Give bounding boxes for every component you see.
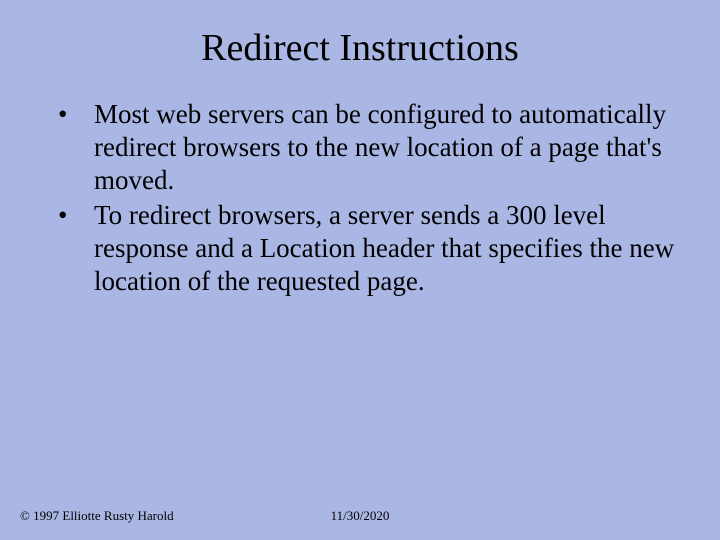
slide-title: Redirect Instructions [40, 26, 680, 70]
footer-date: 11/30/2020 [331, 508, 390, 524]
bullet-dot-icon: • [52, 199, 94, 232]
slide: Redirect Instructions • Most web servers… [0, 0, 720, 540]
bullet-text: Most web servers can be configured to au… [94, 98, 680, 197]
bullet-text: To redirect browsers, a server sends a 3… [94, 199, 680, 298]
bullet-dot-icon: • [52, 98, 94, 131]
slide-content: • Most web servers can be configured to … [40, 98, 680, 298]
bullet-item: • To redirect browsers, a server sends a… [52, 199, 680, 298]
footer-copyright: © 1997 Elliotte Rusty Harold [20, 508, 174, 524]
bullet-item: • Most web servers can be configured to … [52, 98, 680, 197]
